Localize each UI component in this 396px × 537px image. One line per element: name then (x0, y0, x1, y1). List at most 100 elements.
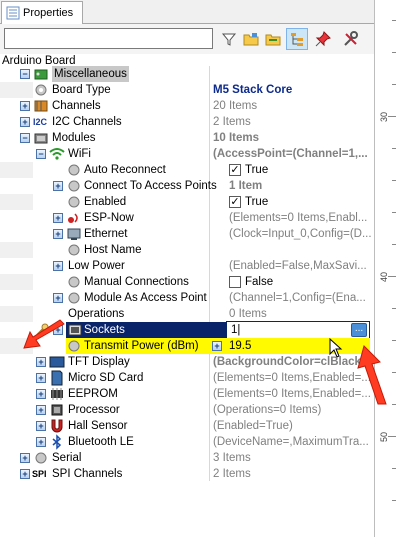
spi-icon: SPI (32, 469, 47, 479)
ruler-tick (388, 436, 396, 437)
property-value[interactable]: 0 Items (229, 306, 387, 322)
property-name: Transmit Power (dBm) (84, 340, 199, 352)
expand-icon[interactable]: + (212, 341, 222, 351)
property-row[interactable]: Board Type M5 Stack Core (0, 82, 374, 98)
property-name: Hall Sensor (68, 420, 128, 432)
property-row[interactable]: + Processor (Operations=0 Items) (0, 402, 374, 418)
expand-icon[interactable]: + (20, 117, 30, 127)
tools-button[interactable] (340, 28, 362, 50)
pin-button[interactable] (312, 28, 334, 50)
filter-button[interactable] (218, 28, 240, 50)
expand-icon[interactable]: + (53, 213, 63, 223)
property-value[interactable]: (Enabled=False,MaxSavi... (229, 258, 371, 274)
property-row[interactable]: − WiFi (AccessPoint=(Channel=1,... (0, 146, 374, 162)
properties-tab-icon (6, 6, 20, 20)
ethernet-icon (67, 228, 81, 240)
property-value[interactable] (229, 242, 387, 258)
search-input[interactable] (4, 28, 213, 49)
property-name: Serial (52, 452, 82, 464)
expand-icon[interactable]: + (53, 325, 63, 335)
row-gutter (0, 274, 33, 290)
property-icon (68, 196, 80, 208)
property-icon (68, 164, 80, 176)
expand-icon[interactable]: + (36, 421, 46, 431)
expand-icon[interactable]: + (36, 437, 46, 447)
expand-icon[interactable]: + (36, 389, 46, 399)
property-row[interactable]: + Low Power (Enabled=False,MaxSavi... (0, 258, 374, 274)
checkbox[interactable]: ✓ (229, 164, 241, 176)
property-row[interactable]: Auto Reconnect ✓ True (0, 162, 374, 178)
expand-icon[interactable]: + (53, 229, 63, 239)
property-value[interactable]: 10 Items (213, 130, 371, 146)
property-value[interactable]: (Operations=0 Items) (213, 402, 371, 418)
expand-icon[interactable]: + (20, 101, 30, 111)
property-value[interactable]: (Clock=Input_0,Config=(D... (229, 226, 371, 242)
folder-expand-icon (265, 34, 281, 46)
tree-view-button[interactable] (286, 28, 308, 50)
property-row[interactable]: + Micro SD Card (Elements=0 Items,Enable… (0, 370, 374, 386)
property-value[interactable]: (DeviceName=,MaximumTra... (213, 434, 371, 450)
property-row[interactable]: + I2C I2C Channels 2 Items (0, 114, 374, 130)
expand-icon[interactable]: + (36, 357, 46, 367)
expand-icon[interactable]: + (53, 181, 63, 191)
property-value[interactable]: (AccessPoint=(Channel=1,... (213, 146, 371, 162)
property-row[interactable]: Transmit Power (dBm) + 19.5 (0, 338, 374, 358)
property-row[interactable]: − Miscellaneous (0, 66, 374, 82)
ruler: 30 40 50 (374, 0, 396, 537)
properties-panel: Properties Arduino Board − Miscellaneous (0, 0, 374, 537)
property-value[interactable]: (BackgroundColor=clBlack,... (213, 354, 371, 370)
property-name: Miscellaneous (52, 66, 129, 82)
expand-icon[interactable]: + (36, 373, 46, 383)
property-value[interactable]: M5 Stack Core (213, 82, 371, 98)
expand-icon[interactable]: + (36, 405, 46, 415)
expand-icon[interactable]: + (20, 469, 30, 479)
property-name: Ethernet (84, 228, 128, 240)
property-value[interactable]: 19.5 (229, 338, 329, 354)
property-value[interactable]: 1 Item (229, 178, 387, 194)
property-row[interactable]: Enabled ✓ True (0, 194, 374, 210)
property-value[interactable]: (Elements=0 Items,Enabled=... (213, 386, 371, 402)
checkbox[interactable]: ✓ (229, 196, 241, 208)
collapse-icon[interactable]: − (20, 69, 30, 79)
property-name: WiFi (68, 148, 91, 160)
property-row[interactable]: − Modules 10 Items (0, 130, 374, 146)
property-value[interactable]: (Elements=0 Items,Enabled=... (213, 370, 371, 386)
property-row[interactable]: + ESP-Now (Elements=0 Items,Enabl... (0, 210, 374, 226)
property-name: SPI Channels (52, 468, 123, 480)
property-row[interactable]: + Module As Access Point (Channel=1,Conf… (0, 290, 374, 306)
property-value[interactable]: 3 Items (213, 450, 371, 466)
collapse-icon[interactable]: − (20, 133, 30, 143)
property-row[interactable]: + Connect To Access Points 1 Item (0, 178, 374, 194)
row-gutter (0, 82, 33, 98)
property-value[interactable]: (Elements=0 Items,Enabl... (229, 210, 371, 226)
property-value[interactable]: 20 Items (213, 98, 371, 114)
property-row[interactable]: + EEPROM (Elements=0 Items,Enabled=... (0, 386, 374, 402)
property-row[interactable]: + Channels 20 Items (0, 98, 374, 114)
sockets-editor[interactable]: 1| ... (226, 321, 370, 339)
categorize-button[interactable] (240, 28, 262, 50)
property-row[interactable]: + SPI SPI Channels 2 Items (0, 466, 374, 482)
property-row[interactable]: + Hall Sensor (Enabled=True) (0, 418, 374, 434)
expand-button[interactable] (262, 28, 284, 50)
checkbox[interactable] (229, 276, 241, 288)
expand-icon[interactable]: + (53, 293, 63, 303)
property-row[interactable]: Manual Connections False (0, 274, 374, 290)
ruler-tick (392, 148, 396, 149)
property-value[interactable]: (Channel=1,Config=(Ena... (229, 290, 371, 306)
expand-icon[interactable]: + (20, 453, 30, 463)
expand-icon[interactable]: + (53, 261, 63, 271)
tab-properties[interactable]: Properties (1, 1, 83, 24)
property-value[interactable]: (Enabled=True) (213, 418, 371, 434)
ellipsis-button[interactable]: ... (351, 323, 367, 337)
property-row[interactable]: + Ethernet (Clock=Input_0,Config=(D... (0, 226, 374, 242)
collapse-icon[interactable]: − (36, 149, 46, 159)
property-value[interactable]: 2 Items (213, 114, 371, 130)
property-row[interactable]: + TFT Display (BackgroundColor=clBlack,.… (0, 354, 374, 370)
property-name: Channels (52, 100, 101, 112)
property-value[interactable]: 2 Items (213, 466, 371, 482)
property-row[interactable]: Host Name (0, 242, 374, 258)
property-row[interactable]: + Bluetooth LE (DeviceName=,MaximumTra..… (0, 434, 374, 450)
property-row[interactable]: + Serial 3 Items (0, 450, 374, 466)
property-row[interactable]: Operations 0 Items (0, 306, 374, 322)
row-gutter (0, 194, 33, 210)
